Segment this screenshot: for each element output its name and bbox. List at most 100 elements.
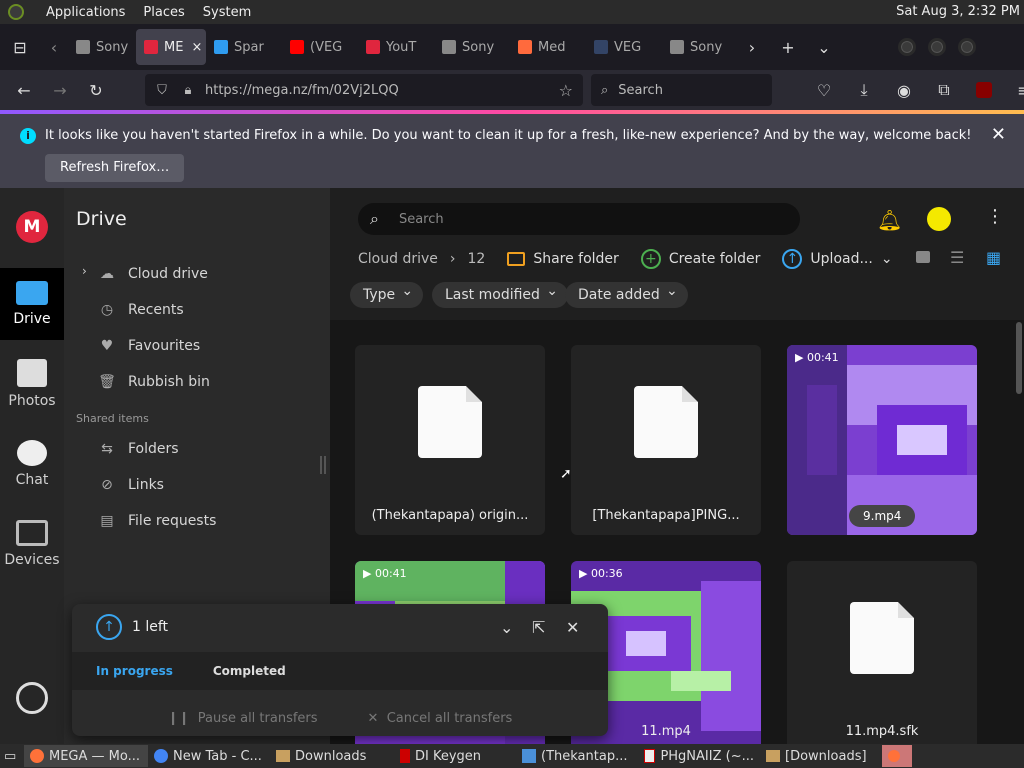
menu-system[interactable]: System [203,5,251,20]
more-options-icon[interactable]: ⋮ [986,206,1004,227]
share-folder-button[interactable]: Share folder [507,251,619,267]
scrollbar[interactable] [1016,322,1022,394]
create-folder-button[interactable]: + Create folder [640,249,760,269]
rail-devices[interactable]: Devices [0,508,64,580]
tab-spark[interactable]: Spar [206,29,282,65]
forward-icon[interactable]: → [42,74,78,106]
rail-chat[interactable]: Chat [0,428,64,500]
tab-vega[interactable]: VEG [586,29,662,65]
filter-type[interactable]: Type [350,278,424,308]
tracking-protection-icon[interactable]: ⛉ [153,83,171,98]
taskbar-item-keygen[interactable]: DI Keygen [394,745,516,767]
file-card[interactable]: [Thekantapapa]PING... [571,345,761,535]
sidebar-item-cloud-drive[interactable]: ☁ Cloud drive [98,262,208,286]
taskbar-item-chrome[interactable]: New Tab - C... [148,745,270,767]
sidebar-item-recents[interactable]: ◷ Recents [98,298,184,322]
close-tab-icon[interactable]: × [191,40,202,55]
breadcrumb-root[interactable]: Cloud drive [358,251,438,267]
sidebar-item-file-requests[interactable]: ▤ File requests [98,509,216,533]
tab-sony-2[interactable]: Sony [434,29,510,65]
account-icon[interactable]: ◉ [886,74,922,106]
distro-logo-icon[interactable] [8,4,24,20]
upload-button[interactable]: ↑ Upload... ⌄ [782,249,893,269]
mega-search-input[interactable]: Search [399,212,444,227]
taskbar-item-mega[interactable]: MEGA — Mo... [24,745,148,767]
sidebar-item-favourites[interactable]: ♥ Favourites [98,334,200,358]
cancel-all-button[interactable]: ✕ Cancel all transfers [368,711,513,726]
sidebar-item-rubbish-bin[interactable]: 🗑︎ Rubbish bin [98,370,210,394]
clock[interactable]: Sat Aug 3, 2:32 PM [896,4,1020,19]
sidebar-resize-handle[interactable] [320,456,326,474]
lock-icon[interactable]: 🔒︎ [179,83,197,98]
taskbar-item-audio[interactable]: (Thekantap... [516,745,638,767]
close-icon[interactable]: ✕ [991,124,1006,145]
sidebar-item-folders[interactable]: ⇆ Folders [98,437,178,461]
search-bar[interactable]: ⌕ Search [591,74,772,106]
bookmark-star-icon[interactable]: ☆ [559,81,573,100]
avatar[interactable] [927,207,951,231]
pause-icon: ❙❙ [167,710,190,726]
tab-youtube-download[interactable]: YouT [358,29,434,65]
new-tab-icon[interactable]: + [774,33,802,61]
menu-icon[interactable]: ≡ [1006,74,1024,106]
tab-sony-3[interactable]: Sony [662,29,738,65]
upload-circle-icon: ↑ [96,614,122,640]
tab-youtube-veg[interactable]: (VEG [282,29,358,65]
mega-search-bar[interactable]: ⌕ Search [358,203,800,235]
file-card[interactable]: 11.mp4.sfk [787,561,977,744]
breadcrumb-current[interactable]: 12 [467,251,485,267]
taskbar-item-downloads[interactable]: Downloads [270,745,394,767]
pause-all-label: Pause all transfers [197,710,318,726]
tab-overview-icon[interactable]: ⊟ [6,33,34,61]
filter-date-added[interactable]: Date added [565,278,688,308]
open-transfers-page-icon[interactable]: ⇱ [532,618,545,637]
tab-label: VEG [614,39,642,55]
tab-completed[interactable]: Completed [213,664,286,678]
taskbar-item-editor[interactable]: PHgNAIIZ (~... [638,745,760,767]
tab-mega[interactable]: ME × [136,29,206,65]
minimize-window-button[interactable] [898,38,916,56]
scroll-tabs-left-icon[interactable]: ‹ [40,33,68,61]
notifications-bell-icon[interactable]: 🔔︎ [877,208,902,232]
mega-logo-icon[interactable]: M [16,211,48,243]
media-discovery-icon[interactable] [916,251,930,263]
collapse-chevron-icon[interactable]: ⌄ [500,618,513,637]
taskbar-label: DI Keygen [415,748,482,764]
url-bar[interactable]: ⛉ 🔒︎ https://mega.nz/fm/02Vj2LQQ ☆ [145,74,583,106]
rail-photos[interactable]: Photos [0,348,64,420]
extensions-icon[interactable]: ⧉ [926,74,962,106]
file-icon [634,386,698,458]
tab-in-progress[interactable]: In progress [96,664,173,678]
reload-icon[interactable]: ↻ [78,74,114,106]
pause-all-button[interactable]: ❙❙ Pause all transfers [168,711,318,726]
list-all-tabs-icon[interactable]: ⌄ [810,33,838,61]
grid-view-icon[interactable]: ▦ [986,248,1001,267]
ublock-icon[interactable] [966,74,1002,106]
sidebar-item-links[interactable]: ⊘ Links [98,473,164,497]
workspace-switcher[interactable] [882,745,912,767]
search-input[interactable]: Search [618,83,663,98]
mega-sync-icon[interactable] [16,682,48,714]
file-card[interactable]: ▶ 00:41 9.mp4 [787,345,977,535]
refresh-firefox-button[interactable]: Refresh Firefox… [45,154,185,182]
downloads-icon[interactable]: ⤓ [846,74,882,106]
filter-last-modified[interactable]: Last modified [432,278,568,308]
tab-sony-1[interactable]: Sony [68,29,136,65]
menu-places[interactable]: Places [143,5,184,20]
list-view-icon[interactable]: ☰ [950,248,964,267]
rail-drive[interactable]: Drive [0,268,64,340]
pocket-icon[interactable]: ♡ [806,74,842,106]
menu-applications[interactable]: Applications [46,5,125,20]
close-icon[interactable]: ✕ [566,618,579,637]
expand-chevron-icon[interactable]: › [82,264,87,278]
back-icon[interactable]: ← [6,74,42,106]
tab-medium[interactable]: Med [510,29,586,65]
close-window-button[interactable] [958,38,976,56]
scroll-tabs-right-icon[interactable]: › [738,33,766,61]
file-name: 9.mp4 [849,505,916,527]
show-desktop-icon[interactable]: ▭ [0,745,24,767]
url-text[interactable]: https://mega.nz/fm/02Vj2LQQ [205,83,399,98]
file-card[interactable]: (Thekantapapa) origin... [355,345,545,535]
maximize-window-button[interactable] [928,38,946,56]
taskbar-item-downloads-2[interactable]: [Downloads] [760,745,882,767]
